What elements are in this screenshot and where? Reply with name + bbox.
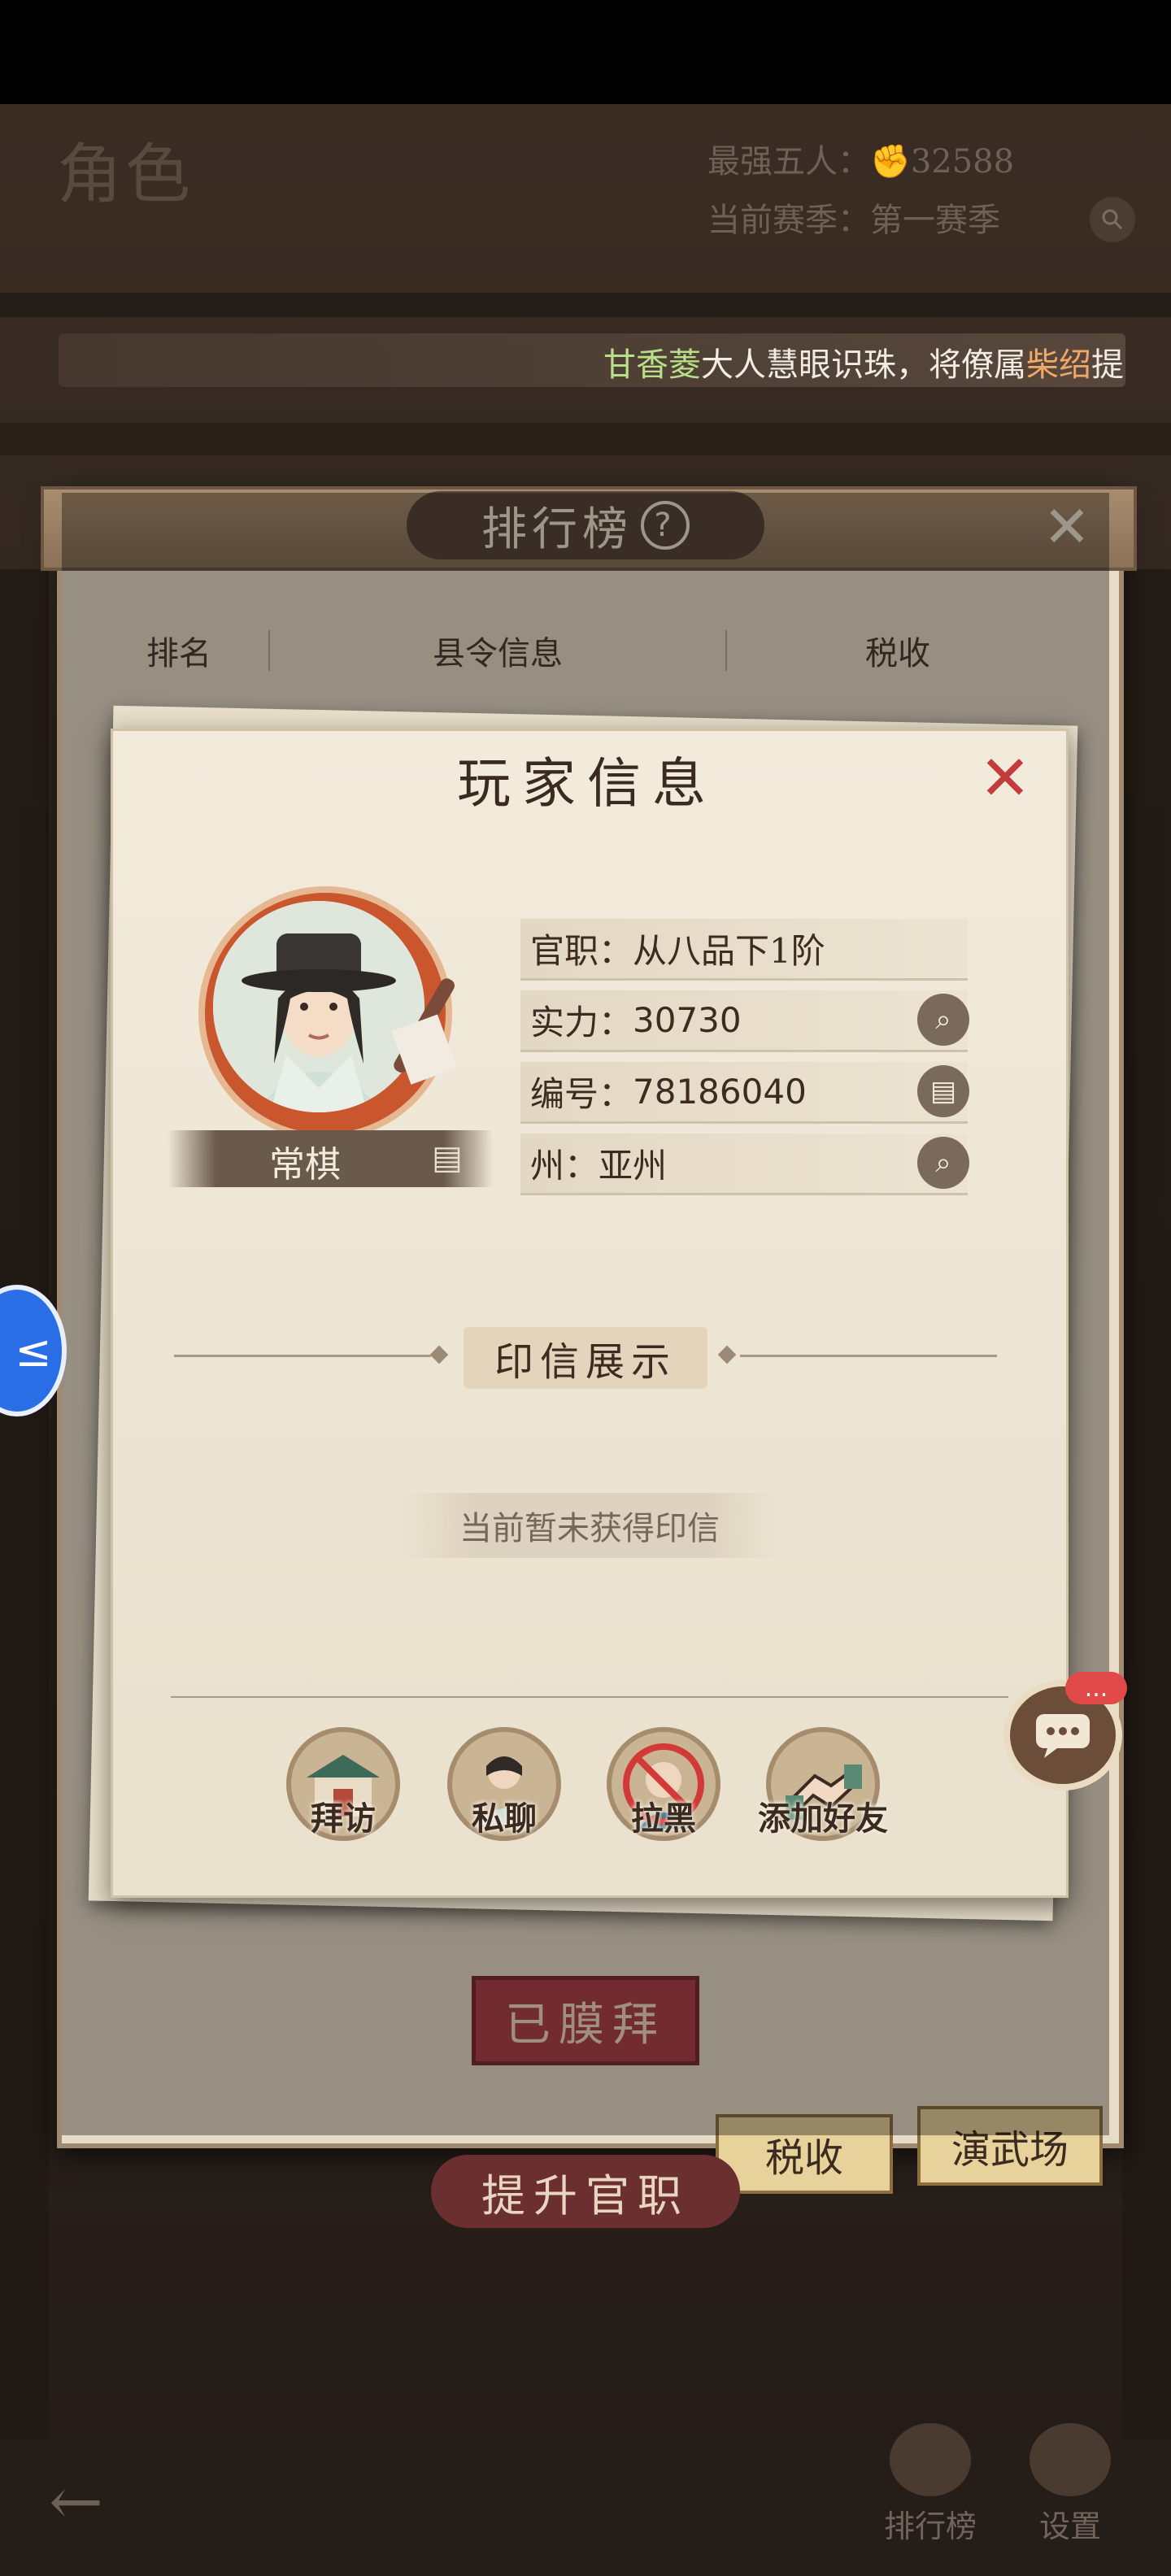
close-icon: ✕ bbox=[979, 741, 1031, 814]
visit-label[interactable]: 拜访 bbox=[262, 1792, 424, 1839]
chat-bubble-icon bbox=[1036, 1714, 1090, 1758]
season-label: 当前赛季： bbox=[707, 202, 870, 239]
seal-section-title: 印信展示 bbox=[464, 1327, 707, 1389]
rank-label: 官职： bbox=[530, 931, 633, 971]
chat-notification-badge: ... bbox=[1065, 1672, 1127, 1704]
signal-icon: ≤ bbox=[15, 1325, 52, 1377]
state-label: 州： bbox=[530, 1146, 599, 1186]
actions-divider bbox=[171, 1696, 1008, 1698]
background-pillar-left bbox=[0, 569, 49, 2439]
search-icon: ⌕ bbox=[935, 1147, 951, 1179]
background-beam bbox=[0, 293, 1171, 317]
power-search-button[interactable]: ⌕ bbox=[917, 994, 969, 1046]
promote-rank-button[interactable]: 提升官职 bbox=[431, 2155, 740, 2228]
info-row-rank: 官职： 从八品下1阶 bbox=[520, 919, 968, 981]
announcement-text: 甘香菱大人慧眼识珠，将僚属柴绍提 bbox=[603, 338, 1124, 385]
power-label: 实力： bbox=[530, 1003, 633, 1042]
info-row-id: 编号： 78186040 bbox=[520, 1062, 968, 1124]
season-value: 第一赛季 bbox=[870, 202, 1000, 239]
modal-title: 玩家信息 bbox=[457, 752, 717, 815]
back-arrow-icon[interactable]: ← bbox=[49, 2464, 103, 2539]
copy-id-button[interactable]: ▤ bbox=[917, 1065, 969, 1117]
season-search-button[interactable] bbox=[1090, 197, 1135, 242]
seal-empty-message: 当前暂未获得印信 bbox=[398, 1493, 781, 1558]
top-five-value: 32588 bbox=[910, 143, 1015, 181]
nav-settings[interactable]: 设置 bbox=[1005, 2423, 1135, 2546]
page-title: 角色 bbox=[57, 137, 194, 212]
rank-value: 从八品下1阶 bbox=[633, 931, 825, 971]
section-divider-left bbox=[174, 1355, 431, 1357]
power-value: 30730 bbox=[633, 1000, 742, 1040]
id-label: 编号： bbox=[530, 1074, 633, 1114]
search-icon: ⌕ bbox=[935, 1003, 951, 1036]
copy-name-icon[interactable]: ▤ bbox=[429, 1137, 465, 1179]
ticker-middle: 大人慧眼识珠，将僚属 bbox=[701, 346, 1026, 384]
top-five-power: 最强五人：✊32588 bbox=[707, 135, 1014, 182]
nav-leaderboard-label: 排行榜 bbox=[883, 2509, 977, 2544]
block-label[interactable]: 拉黑 bbox=[582, 1792, 745, 1839]
scroll-decoration-icon bbox=[390, 973, 457, 1086]
ticker-name-1: 甘香菱 bbox=[603, 346, 701, 384]
info-row-state: 州： 亚州 bbox=[520, 1134, 968, 1195]
background-rail bbox=[0, 423, 1171, 455]
background-pillar-right bbox=[1122, 569, 1171, 2439]
player-info-modal bbox=[111, 729, 1069, 1898]
copy-icon: ▤ bbox=[929, 1075, 957, 1107]
info-row-power: 实力： 30730 bbox=[520, 990, 968, 1052]
gear-icon bbox=[1030, 2423, 1111, 2496]
search-icon bbox=[1102, 209, 1123, 230]
status-bar bbox=[0, 0, 1171, 104]
section-divider-right bbox=[740, 1355, 997, 1357]
ticker-tail: 提 bbox=[1091, 346, 1124, 384]
state-value: 亚州 bbox=[599, 1146, 668, 1186]
top-five-label: 最强五人： bbox=[707, 143, 870, 181]
fist-icon: ✊ bbox=[870, 143, 911, 181]
player-name: 常棋 bbox=[269, 1144, 341, 1186]
add-friend-label[interactable]: 添加好友 bbox=[742, 1792, 904, 1839]
nav-leaderboard[interactable]: 排行榜 bbox=[865, 2423, 995, 2546]
leaderboard-icon bbox=[890, 2423, 971, 2496]
nav-settings-label: 设置 bbox=[1038, 2509, 1101, 2544]
current-season: 当前赛季：第一赛季 bbox=[707, 194, 1000, 241]
id-value: 78186040 bbox=[633, 1072, 807, 1112]
private-chat-label[interactable]: 私聊 bbox=[423, 1792, 586, 1839]
modal-close-button[interactable]: ✕ bbox=[973, 742, 1038, 814]
ticker-name-2: 柴绍 bbox=[1026, 346, 1091, 384]
state-search-button[interactable]: ⌕ bbox=[917, 1137, 969, 1189]
bottom-bar bbox=[0, 2439, 1171, 2576]
